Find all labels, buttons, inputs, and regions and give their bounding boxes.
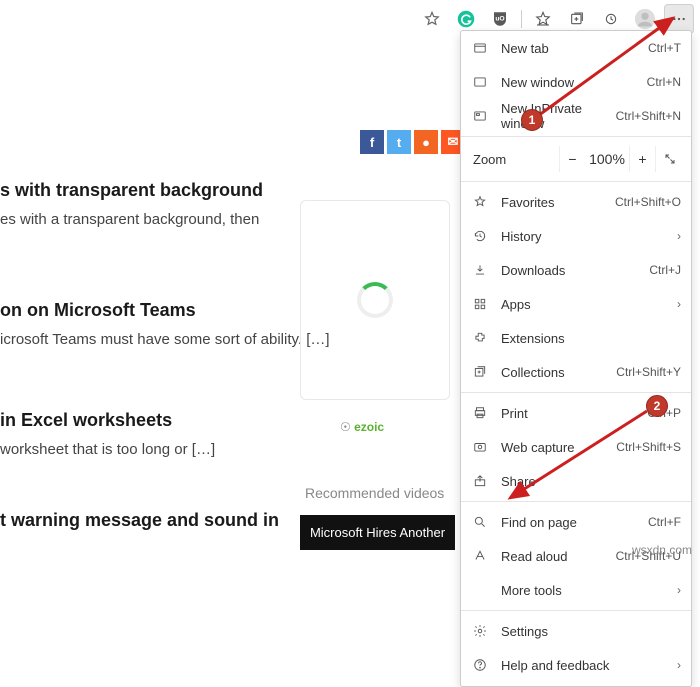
extensions-icon [471, 331, 489, 345]
menu-history[interactable]: History › [461, 219, 691, 253]
menu-extensions[interactable]: Extensions [461, 321, 691, 355]
menu-inprivate[interactable]: New InPrivate window Ctrl+Shift+N [461, 99, 691, 133]
find-icon [471, 515, 489, 529]
ezoic-label: ☉ ezoic [340, 420, 384, 434]
menu-divider [461, 501, 691, 502]
loading-spinner-icon [357, 282, 393, 318]
menu-help[interactable]: Help and feedback › [461, 648, 691, 682]
annotation-badge-2: 2 [646, 395, 668, 417]
svg-text:uO: uO [495, 16, 504, 23]
zoom-in-button[interactable]: + [629, 146, 655, 172]
menu-collections-shortcut: Ctrl+Shift+Y [616, 365, 681, 379]
inprivate-icon [471, 109, 489, 123]
print-icon [471, 406, 489, 420]
video-caption[interactable]: Microsoft Hires Another [300, 515, 455, 550]
menu-downloads-label: Downloads [489, 263, 649, 278]
menu-divider [461, 181, 691, 182]
menu-divider [461, 610, 691, 611]
recommended-videos-label: Recommended videos [305, 485, 444, 501]
zoom-out-button[interactable]: − [559, 146, 585, 172]
menu-divider [461, 392, 691, 393]
menu-new-window[interactable]: New window Ctrl+N [461, 65, 691, 99]
chevron-right-icon: › [669, 658, 681, 672]
menu-find-shortcut: Ctrl+F [648, 515, 681, 529]
article-text-2: icrosoft Teams must have some sort of ab… [0, 329, 330, 350]
menu-new-tab-label: New tab [489, 41, 648, 56]
menu-web-capture-label: Web capture [489, 440, 616, 455]
menu-favorites-label: Favorites [489, 195, 615, 210]
article-heading-2[interactable]: on on Microsoft Teams [0, 300, 330, 321]
menu-new-window-shortcut: Ctrl+N [647, 75, 681, 89]
menu-read-aloud-label: Read aloud [489, 549, 616, 564]
menu-zoom-label: Zoom [469, 152, 559, 167]
menu-apps-label: Apps [489, 297, 669, 312]
toolbar-separator [521, 10, 522, 28]
menu-settings-label: Settings [489, 624, 681, 639]
menu-web-capture[interactable]: Web capture Ctrl+Shift+S [461, 430, 691, 464]
annotation-badge-1: 1 [521, 109, 543, 131]
menu-settings[interactable]: Settings [461, 614, 691, 648]
menu-divider [461, 136, 691, 137]
facebook-icon[interactable]: f [360, 130, 384, 154]
menu-apps[interactable]: Apps › [461, 287, 691, 321]
new-window-icon [471, 75, 489, 89]
menu-collections-label: Collections [489, 365, 616, 380]
menu-new-tab[interactable]: New tab Ctrl+T [461, 31, 691, 65]
ad-widget [300, 200, 450, 400]
menu-new-tab-shortcut: Ctrl+T [648, 41, 681, 55]
web-capture-icon [471, 440, 489, 454]
menu-collections[interactable]: Collections Ctrl+Shift+Y [461, 355, 691, 389]
menu-favorites-shortcut: Ctrl+Shift+O [615, 195, 681, 209]
menu-share[interactable]: Share [461, 464, 691, 498]
menu-web-capture-shortcut: Ctrl+Shift+S [616, 440, 681, 454]
fullscreen-button[interactable] [655, 146, 683, 172]
article-heading-1[interactable]: s with transparent background [0, 180, 263, 201]
article-text-3: worksheet that is too long or […] [0, 439, 215, 460]
bookmark-star-icon[interactable] [417, 4, 447, 34]
watermark: wsxdn.com [632, 543, 692, 557]
menu-share-label: Share [489, 474, 681, 489]
collections-icon [471, 365, 489, 379]
browser-menu-dropdown: New tab Ctrl+T New window Ctrl+N New InP… [460, 30, 692, 687]
apps-icon [471, 297, 489, 311]
menu-new-window-label: New window [489, 75, 647, 90]
chevron-right-icon: › [669, 229, 681, 243]
article-heading-4[interactable]: t warning message and sound in [0, 510, 279, 531]
twitter-icon[interactable]: t [387, 130, 411, 154]
menu-help-label: Help and feedback [489, 658, 669, 673]
menu-more-tools[interactable]: More tools › [461, 573, 691, 607]
menu-inprivate-label: New InPrivate window [489, 101, 616, 131]
settings-icon [471, 624, 489, 638]
chevron-right-icon: › [669, 297, 681, 311]
help-icon [471, 658, 489, 672]
menu-find-label: Find on page [489, 515, 648, 530]
menu-print-label: Print [489, 406, 647, 421]
menu-extensions-label: Extensions [489, 331, 681, 346]
menu-find[interactable]: Find on page Ctrl+F [461, 505, 691, 539]
new-tab-icon [471, 41, 489, 55]
favorites-menu-icon [471, 195, 489, 209]
article-text-1: es with a transparent background, then [0, 209, 263, 230]
zoom-level: 100% [585, 146, 629, 172]
menu-downloads-shortcut: Ctrl+J [649, 263, 681, 277]
menu-inprivate-shortcut: Ctrl+Shift+N [616, 109, 681, 123]
menu-favorites[interactable]: Favorites Ctrl+Shift+O [461, 185, 691, 219]
menu-history-label: History [489, 229, 669, 244]
menu-downloads[interactable]: Downloads Ctrl+J [461, 253, 691, 287]
chevron-right-icon: › [669, 583, 681, 597]
history-icon [471, 229, 489, 243]
rss-icon[interactable]: ● [414, 130, 438, 154]
menu-more-tools-label: More tools [489, 583, 669, 598]
downloads-icon [471, 263, 489, 277]
article-heading-3[interactable]: in Excel worksheets [0, 410, 215, 431]
menu-zoom: Zoom − 100% + [461, 140, 691, 178]
share-icon [471, 474, 489, 488]
